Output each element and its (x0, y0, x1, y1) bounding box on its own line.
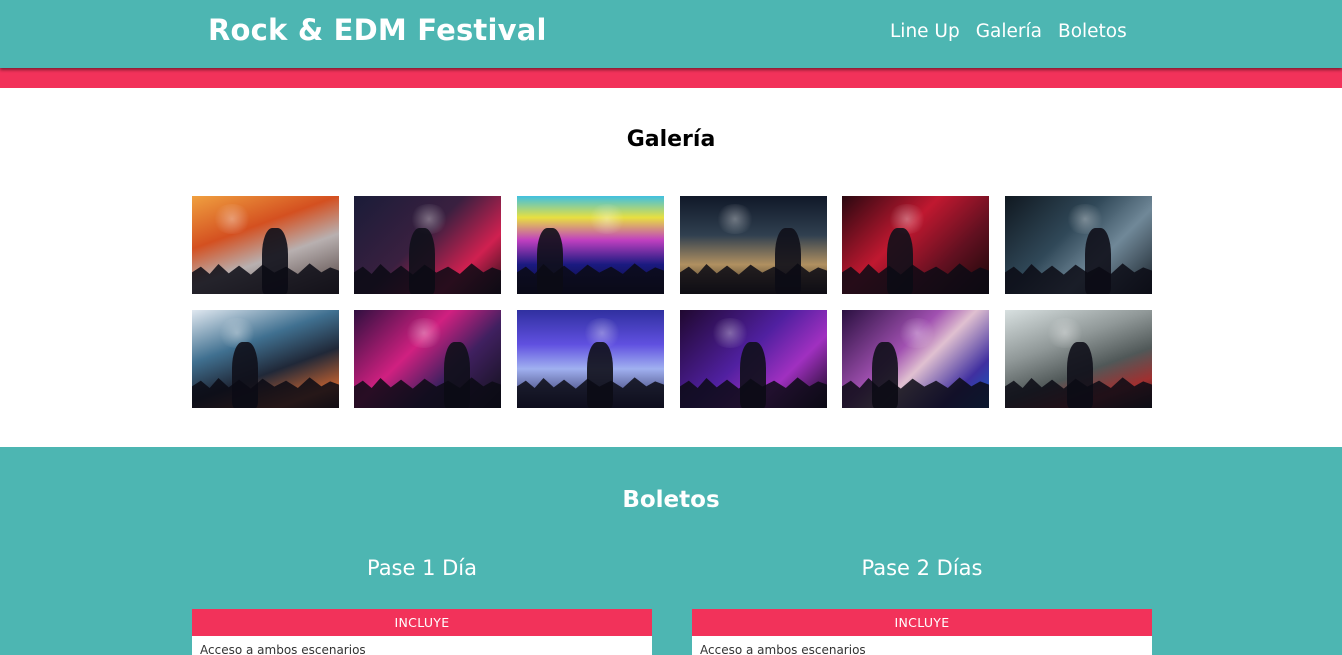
dj-turntables-photo[interactable] (680, 196, 827, 294)
rock-singer-red-stage-photo[interactable] (354, 196, 501, 294)
header-accent-bar (0, 68, 1342, 88)
crowd-silhouette (680, 263, 827, 294)
site-header: Rock & EDM Festival Line Up Galería Bole… (0, 0, 1342, 68)
pass-1-day-card: INCLUYE Acceso a ambos escenarios (192, 609, 652, 655)
pass-2-days-card: INCLUYE Acceso a ambos escenarios (692, 609, 1152, 655)
performer-smoke-sparks-photo[interactable] (1005, 310, 1152, 408)
tickets-title: Boletos (622, 487, 720, 513)
electric-guitar-closeup-photo[interactable] (192, 310, 339, 408)
crowd-silhouette (192, 377, 339, 408)
stage-light (212, 204, 252, 234)
nav-boletos[interactable]: Boletos (1058, 21, 1127, 42)
tickets-section: Boletos Pase 1 Día INCLUYE Acceso a ambo… (0, 447, 1342, 655)
crowd-silhouette (1005, 263, 1152, 294)
pass-2-days-title: Pase 2 Días (861, 556, 983, 580)
concert-crowd-smoke-photo[interactable] (192, 196, 339, 294)
guitarist-red-light-photo[interactable] (842, 196, 989, 294)
club-laser-crowd-photo[interactable] (517, 196, 664, 294)
pass-2-days-includes-label: INCLUYE (692, 609, 1152, 636)
two-musicians-stage-photo[interactable] (842, 310, 989, 408)
pass-2-days-feature: Acceso a ambos escenarios (700, 643, 866, 655)
crowd-silhouette (354, 377, 501, 408)
pass-1-day-includes-label: INCLUYE (192, 609, 652, 636)
stage-light (897, 318, 937, 348)
crowd-silhouette (842, 377, 989, 408)
stage-light (404, 318, 444, 348)
stage-light (715, 204, 755, 234)
nav-galeria[interactable]: Galería (976, 21, 1042, 42)
pass-1-day-feature: Acceso a ambos escenarios (200, 643, 366, 655)
crowd-silhouette (842, 263, 989, 294)
dj-laptop-pink-photo[interactable] (354, 310, 501, 408)
nav-line-up[interactable]: Line Up (890, 21, 960, 42)
main-nav: Line Up Galería Boletos (890, 21, 1127, 42)
site-title[interactable]: Rock & EDM Festival (208, 13, 547, 47)
pass-1-day-title: Pase 1 Día (366, 556, 478, 580)
dj-mixer-blue-photo[interactable] (517, 310, 664, 408)
stage-light (710, 318, 750, 348)
female-dj-stage-photo[interactable] (1005, 196, 1152, 294)
mixer-purple-neon-photo[interactable] (680, 310, 827, 408)
stage-light (587, 204, 627, 234)
gallery-title: Galería (626, 127, 716, 152)
